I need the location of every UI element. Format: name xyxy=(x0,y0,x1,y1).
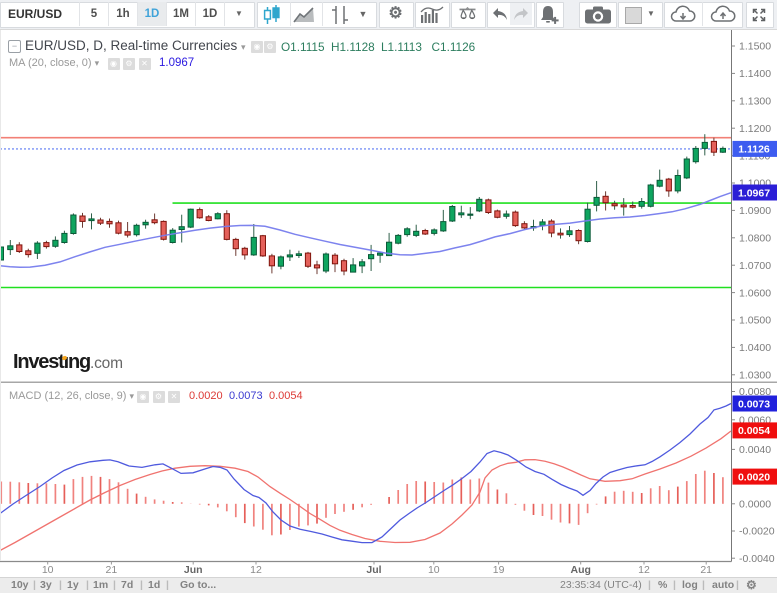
svg-text:21: 21 xyxy=(700,564,712,576)
svg-text:Jun: Jun xyxy=(184,564,203,576)
svg-text:10: 10 xyxy=(42,564,54,576)
svg-text:0.0054: 0.0054 xyxy=(738,425,770,437)
svg-text:1.1300: 1.1300 xyxy=(739,96,771,108)
svg-text:10: 10 xyxy=(428,564,440,576)
svg-text:Aug: Aug xyxy=(570,564,590,576)
svg-text:0.0000: 0.0000 xyxy=(739,499,771,511)
svg-text:Jul: Jul xyxy=(366,564,381,576)
svg-text:0.0073: 0.0073 xyxy=(738,398,770,410)
svg-text:1.1200: 1.1200 xyxy=(739,123,771,135)
svg-text:1.1500: 1.1500 xyxy=(739,41,771,53)
svg-text:1.0800: 1.0800 xyxy=(739,233,771,245)
svg-text:-0.0020: -0.0020 xyxy=(739,526,775,538)
svg-text:1.1400: 1.1400 xyxy=(739,68,771,80)
svg-text:1.1126: 1.1126 xyxy=(738,144,770,156)
svg-text:1.0400: 1.0400 xyxy=(739,342,771,354)
svg-text:0.0020: 0.0020 xyxy=(738,471,770,483)
svg-text:-0.0040: -0.0040 xyxy=(739,553,775,565)
svg-text:1.0500: 1.0500 xyxy=(739,315,771,327)
svg-text:19: 19 xyxy=(493,564,505,576)
svg-text:12: 12 xyxy=(638,564,650,576)
svg-text:0.0040: 0.0040 xyxy=(739,444,771,456)
svg-text:21: 21 xyxy=(106,564,118,576)
svg-text:1.0700: 1.0700 xyxy=(739,260,771,272)
svg-text:1.0967: 1.0967 xyxy=(738,187,770,199)
svg-text:12: 12 xyxy=(250,564,262,576)
svg-text:1.0600: 1.0600 xyxy=(739,287,771,299)
svg-text:1.0300: 1.0300 xyxy=(739,370,771,382)
svg-text:1.0900: 1.0900 xyxy=(739,205,771,217)
